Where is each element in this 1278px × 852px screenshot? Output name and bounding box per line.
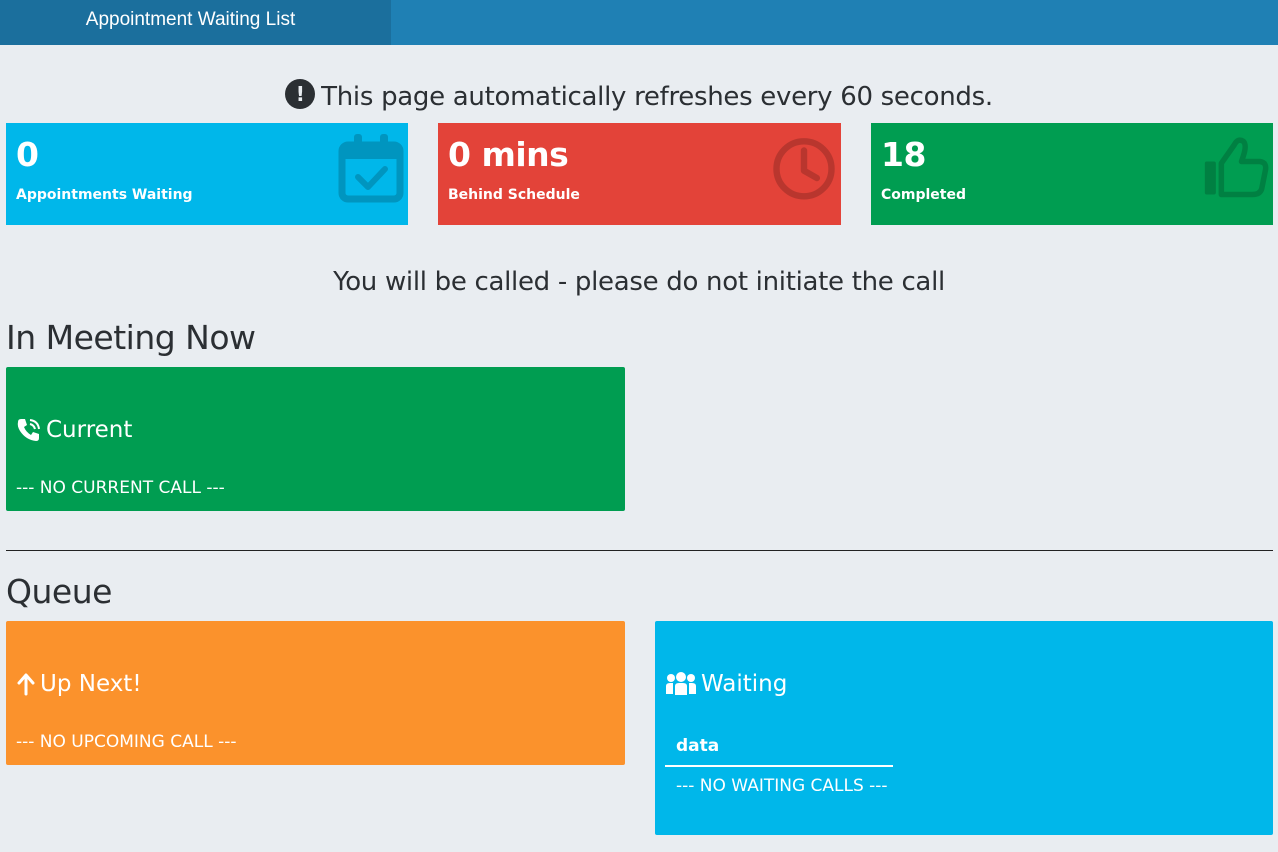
stat-value: 0 [16,135,39,174]
current-call-panel: Current --- NO CURRENT CALL --- [6,367,625,511]
refresh-notice-text: This page automatically refreshes every … [321,82,993,112]
exclamation-circle-icon: ! [285,79,316,109]
thumbs-up-icon [1204,137,1269,198]
up-next-empty: --- NO UPCOMING CALL --- [16,732,237,752]
queue-heading: Queue [6,572,112,611]
stat-value: 0 mins [448,135,569,174]
stat-label: Completed [881,187,967,203]
top-navbar: Appointment Waiting List [0,0,1278,45]
up-next-panel: Up Next! --- NO UPCOMING CALL --- [6,621,625,765]
current-call-empty: --- NO CURRENT CALL --- [16,478,225,498]
stat-label: Behind Schedule [448,187,580,203]
up-next-title: Up Next! [16,669,142,699]
stat-card-completed: 18 Completed [871,123,1273,225]
current-call-title: Current [16,415,132,445]
waiting-title: Waiting [665,669,787,699]
up-next-title-text: Up Next! [40,671,142,697]
waiting-panel: Waiting data --- NO WAITING CALLS --- [655,621,1273,835]
stat-card-behind-schedule: 0 mins Behind Schedule [438,123,841,225]
waiting-table-header: data [665,733,893,767]
call-notice: You will be called - please do not initi… [333,267,945,297]
refresh-notice: ! This page automatically refreshes every… [0,78,1278,116]
stat-card-appointments-waiting: 0 Appointments Waiting [6,123,408,225]
stat-value: 18 [881,135,926,174]
section-divider [6,550,1273,551]
calendar-check-icon [338,134,404,203]
nav-tab-appointment-waiting-list[interactable]: Appointment Waiting List [0,0,391,45]
phone-call-icon [17,419,40,441]
current-call-title-text: Current [46,417,133,443]
users-icon [666,672,696,695]
clock-icon [773,138,835,200]
waiting-empty: --- NO WAITING CALLS --- [676,776,888,796]
stat-label: Appointments Waiting [16,187,193,203]
arrow-up-icon [17,673,35,696]
waiting-title-text: Waiting [701,671,788,697]
in-meeting-heading: In Meeting Now [6,318,256,357]
